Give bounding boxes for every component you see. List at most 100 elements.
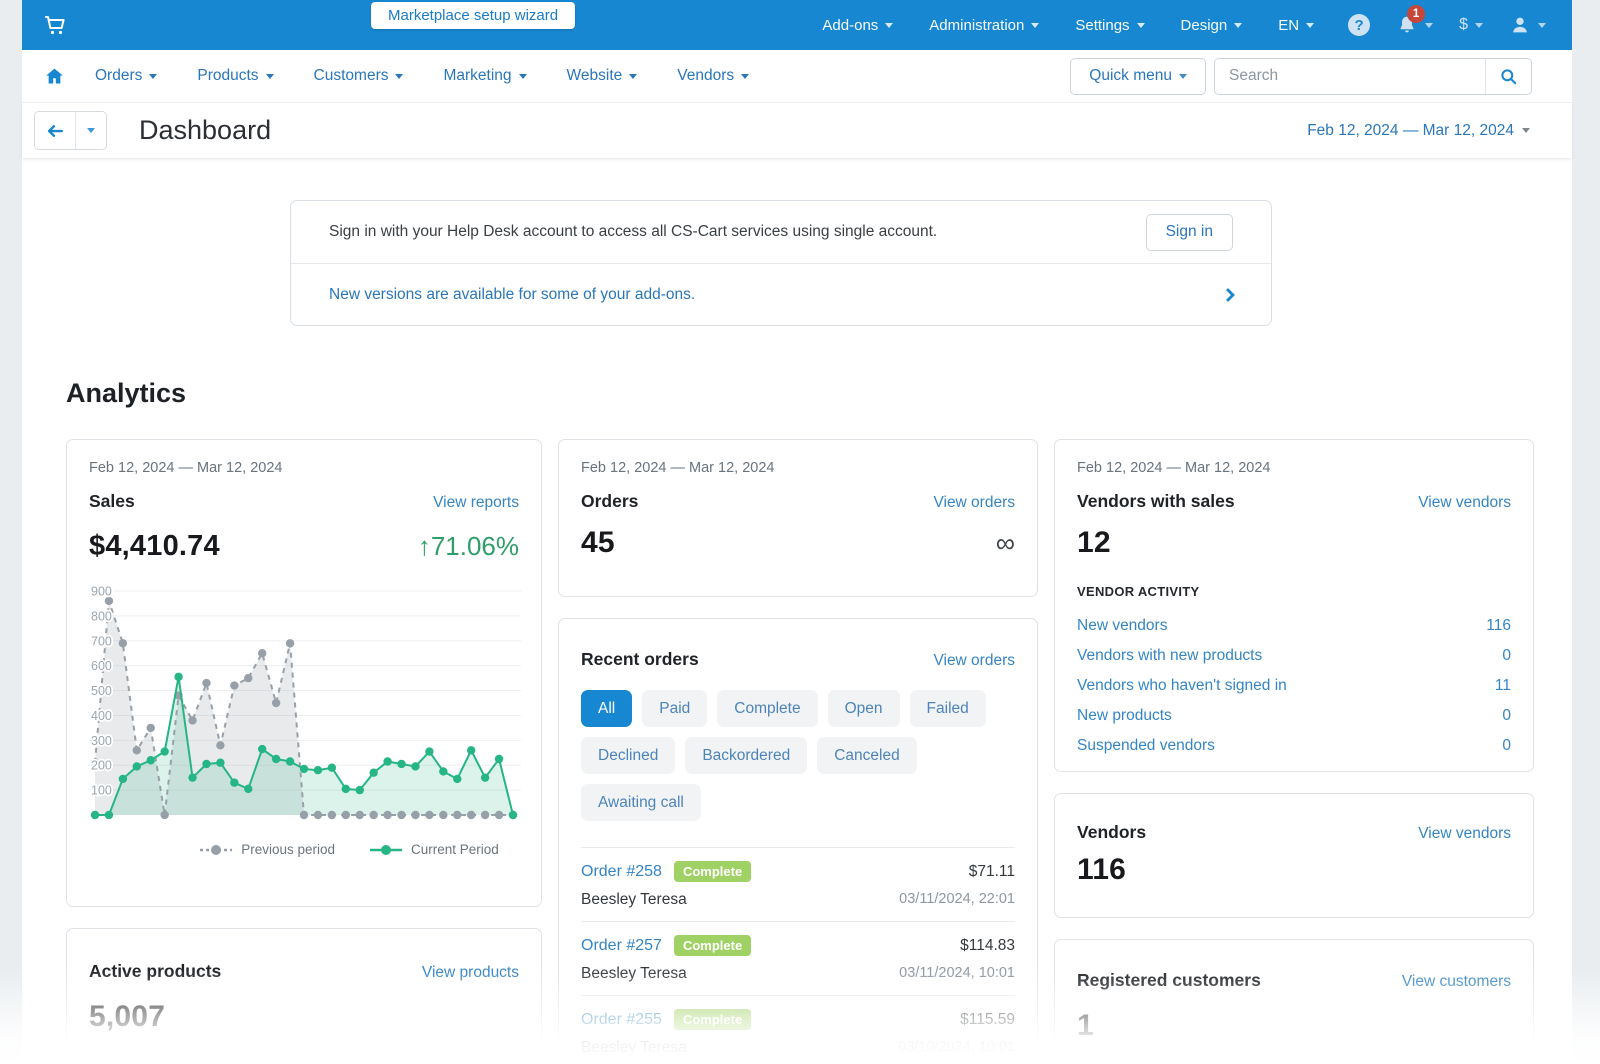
- topbar-menu-item-en[interactable]: EN: [1278, 17, 1314, 34]
- view-vendors-link[interactable]: View vendors: [1418, 494, 1511, 512]
- search-input[interactable]: [1215, 59, 1485, 94]
- date-range-picker[interactable]: Feb 12, 2024 — Mar 12, 2024: [1307, 122, 1530, 140]
- filter-pill-awaiting-call[interactable]: Awaiting call: [581, 784, 701, 821]
- nav-item-marketing[interactable]: Marketing: [443, 67, 526, 85]
- activity-label-link[interactable]: New vendors: [1077, 617, 1167, 635]
- page: Marketplace setup wizard Add-ons Administ…: [0, 0, 1600, 1064]
- chevron-right-icon: [1221, 287, 1235, 301]
- activity-value-link[interactable]: 11: [1495, 677, 1511, 695]
- filter-pill-complete[interactable]: Complete: [717, 690, 817, 727]
- topbar-icons: ? 1 $: [1348, 14, 1546, 36]
- home-icon: [44, 66, 65, 87]
- view-products-link[interactable]: View products: [422, 964, 519, 982]
- column-left: Feb 12, 2024 — Mar 12, 2024 Sales View r…: [66, 439, 542, 1064]
- user-icon: [1509, 14, 1531, 36]
- addons-update-link[interactable]: New versions are available for some of y…: [329, 286, 695, 304]
- activity-value-link[interactable]: 0: [1502, 707, 1511, 725]
- filter-pill-canceled[interactable]: Canceled: [817, 737, 917, 774]
- column-middle: Feb 12, 2024 — Mar 12, 2024 Orders View …: [558, 439, 1038, 1064]
- back-button[interactable]: [35, 112, 75, 149]
- order-link[interactable]: Order #258: [581, 863, 662, 881]
- view-orders-link[interactable]: View orders: [933, 494, 1015, 512]
- topbar-menu-item-design[interactable]: Design: [1181, 17, 1243, 34]
- filter-pill-open[interactable]: Open: [828, 690, 900, 727]
- notifications-button[interactable]: 1: [1396, 14, 1433, 36]
- nav-item-orders[interactable]: Orders: [95, 67, 157, 85]
- svg-text:100: 100: [91, 784, 112, 798]
- topbar-menu: Add-ons Administration Settings Design EN: [822, 17, 1314, 34]
- content-wrap: Marketplace setup wizard Add-ons Administ…: [22, 0, 1572, 1064]
- search-button[interactable]: [1485, 59, 1531, 94]
- vendor-activity-row: New products 0: [1077, 701, 1511, 731]
- view-orders-link[interactable]: View orders: [933, 652, 1015, 670]
- filter-pill-paid[interactable]: Paid: [642, 690, 707, 727]
- vendor-activity-list: New vendors 116 Vendors with new products…: [1077, 611, 1511, 761]
- order-date: 03/10/2024, 10:01: [898, 1039, 1015, 1057]
- analytics-heading: Analytics: [66, 378, 1542, 409]
- page-header: Dashboard Feb 12, 2024 — Mar 12, 2024: [22, 103, 1572, 158]
- chevron-down-icon: [1179, 74, 1187, 79]
- page-title: Dashboard: [139, 115, 271, 146]
- filter-pill-failed[interactable]: Failed: [910, 690, 986, 727]
- vendor-activity-heading: VENDOR ACTIVITY: [1077, 584, 1511, 599]
- order-link[interactable]: Order #257: [581, 937, 662, 955]
- home-button[interactable]: [44, 66, 65, 87]
- vendors-with-sales-value: 12: [1077, 526, 1111, 560]
- activity-value-link[interactable]: 0: [1502, 647, 1511, 665]
- account-menu[interactable]: [1509, 14, 1546, 36]
- order-total: $115.59: [960, 1011, 1015, 1029]
- notification-badge: 1: [1407, 5, 1425, 23]
- chevron-down-icon: [395, 74, 403, 79]
- status-badge: Complete: [674, 1009, 751, 1030]
- recent-orders-title: Recent orders: [581, 649, 699, 670]
- order-total: $114.83: [960, 937, 1015, 955]
- help-icon[interactable]: ?: [1348, 14, 1370, 36]
- activity-value-link[interactable]: 116: [1486, 617, 1511, 635]
- topbar-menu-item-add-ons[interactable]: Add-ons: [822, 17, 893, 34]
- activity-label-link[interactable]: Vendors who haven't signed in: [1077, 677, 1287, 695]
- order-total: $71.11: [969, 863, 1015, 881]
- sales-title: Sales: [89, 491, 135, 512]
- activity-label-link[interactable]: New products: [1077, 707, 1172, 725]
- activity-label-link[interactable]: Suspended vendors: [1077, 737, 1215, 755]
- main-menu: Orders Products Customers Marketing Website V…: [95, 67, 749, 85]
- sales-card: Feb 12, 2024 — Mar 12, 2024 Sales View r…: [66, 439, 542, 907]
- activity-value-link[interactable]: 0: [1502, 737, 1511, 755]
- back-button-group: [34, 111, 107, 150]
- order-link[interactable]: Order #255: [581, 1011, 662, 1029]
- activity-label-link[interactable]: Vendors with new products: [1077, 647, 1262, 665]
- nav-item-products[interactable]: Products: [197, 67, 273, 85]
- back-history-dropdown[interactable]: [75, 112, 106, 149]
- svg-text:400: 400: [91, 709, 112, 723]
- chevron-down-icon: [266, 74, 274, 79]
- vendor-activity-row: Suspended vendors 0: [1077, 731, 1511, 761]
- cart-icon[interactable]: [40, 10, 70, 40]
- nav-item-website[interactable]: Website: [567, 67, 638, 85]
- topbar: Marketplace setup wizard Add-ons Administ…: [22, 0, 1572, 50]
- view-customers-link[interactable]: View customers: [1402, 973, 1511, 991]
- addons-update-notice[interactable]: New versions are available for some of y…: [291, 263, 1271, 325]
- chevron-down-icon: [1031, 23, 1039, 28]
- filter-pill-backordered[interactable]: Backordered: [685, 737, 807, 774]
- legend-marker: [199, 844, 233, 856]
- chevron-down-icon: [1425, 23, 1433, 28]
- svg-text:300: 300: [91, 734, 112, 748]
- sales-chart: 100200300400500600700800900: [89, 579, 519, 836]
- topbar-menu-item-administration[interactable]: Administration: [929, 17, 1039, 34]
- status-badge: Complete: [674, 861, 751, 882]
- topbar-menu-item-settings[interactable]: Settings: [1075, 17, 1144, 34]
- marketplace-setup-wizard-button[interactable]: Marketplace setup wizard: [371, 2, 575, 29]
- sign-in-button[interactable]: Sign in: [1146, 214, 1233, 251]
- filter-pill-all[interactable]: All: [581, 690, 632, 727]
- quick-menu-button[interactable]: Quick menu: [1070, 58, 1206, 95]
- currency-icon: $: [1459, 16, 1468, 34]
- order-date: 03/11/2024, 22:01: [899, 891, 1015, 909]
- chevron-down-icon: [149, 74, 157, 79]
- view-vendors-link[interactable]: View vendors: [1418, 825, 1511, 843]
- svg-text:800: 800: [91, 609, 112, 623]
- nav-item-vendors[interactable]: Vendors: [677, 67, 749, 85]
- currency-selector[interactable]: $: [1459, 16, 1483, 34]
- filter-pill-declined[interactable]: Declined: [581, 737, 675, 774]
- nav-item-customers[interactable]: Customers: [314, 67, 404, 85]
- view-reports-link[interactable]: View reports: [433, 494, 519, 512]
